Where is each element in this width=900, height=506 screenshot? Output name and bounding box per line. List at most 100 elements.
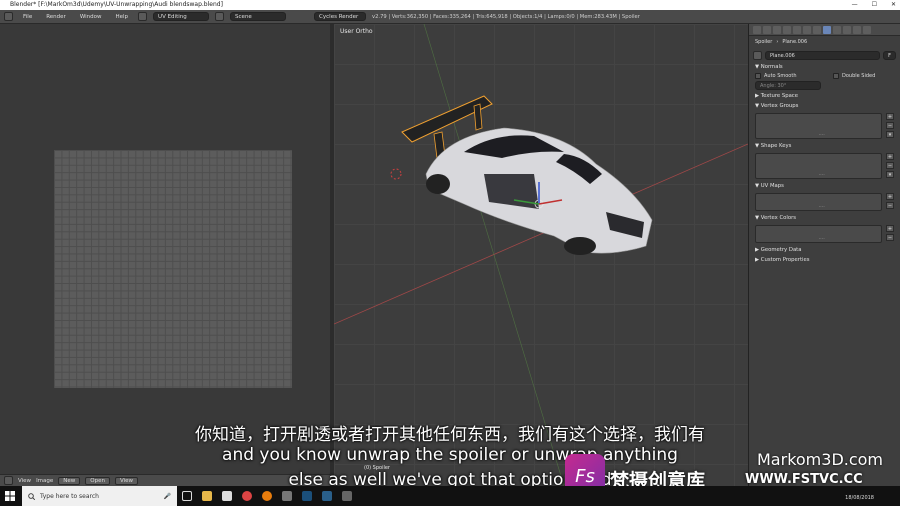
- remove-vertex-color-button[interactable]: −: [886, 234, 894, 241]
- uv-maps-panel-header[interactable]: ▼ UV Maps: [749, 181, 900, 191]
- add-uv-map-button[interactable]: +: [886, 193, 894, 200]
- physics-tab-icon[interactable]: [863, 25, 871, 34]
- subtitle-chinese: 你知道，打开剧透或者打开其他任何东西，我们有这个选择，我们有: [195, 425, 705, 445]
- menu-window[interactable]: Window: [76, 14, 106, 20]
- mesh-data-tab-icon[interactable]: [823, 25, 831, 34]
- geometry-data-panel-header[interactable]: ▶ Geometry Data: [749, 245, 900, 255]
- blender-icon[interactable]: [257, 486, 277, 506]
- scene-stats: v2.79 | Verts:362,350 | Faces:335,264 | …: [372, 13, 640, 20]
- scene-icon[interactable]: [215, 12, 225, 21]
- vertex-colors-list[interactable]: ....: [755, 225, 882, 243]
- breadcrumb-separator-icon: ›: [776, 39, 779, 45]
- editor-type-icon[interactable]: [4, 12, 13, 21]
- mesh-datablock-row: Plane.006 F: [753, 50, 896, 60]
- layers-tab-icon[interactable]: [763, 25, 771, 34]
- shape-keys-list[interactable]: ....: [755, 153, 882, 179]
- layout-selector[interactable]: UV Editing: [153, 12, 210, 21]
- properties-editor: Spoiler › Plane.006 Plane.006 F ▼ Normal…: [748, 24, 900, 486]
- window-titlebar: Blender* [F:\MarkOm3d\Udemy\UV-Unwrappin…: [0, 0, 900, 10]
- y-axis-line: [423, 24, 565, 486]
- misc-app-icon[interactable]: [337, 486, 357, 506]
- windows-taskbar: Type here to search 🎤 18/08/2018: [0, 486, 900, 506]
- mesh-name-field[interactable]: Plane.006: [765, 50, 881, 60]
- custom-properties-panel-header[interactable]: ▶ Custom Properties: [749, 255, 900, 265]
- world-tab-icon[interactable]: [783, 25, 791, 34]
- app-icon[interactable]: [277, 486, 297, 506]
- start-button[interactable]: [0, 486, 20, 506]
- modifiers-tab-icon[interactable]: [813, 25, 821, 34]
- auto-smooth-checkbox[interactable]: [755, 73, 761, 79]
- 3d-cursor-icon: [390, 168, 402, 180]
- window-controls: — ☐ ✕: [852, 0, 896, 10]
- texture-tab-icon[interactable]: [843, 25, 851, 34]
- scene-drawing: [334, 24, 748, 486]
- steam-icon-2[interactable]: [317, 486, 337, 506]
- microphone-icon[interactable]: 🎤: [164, 493, 171, 500]
- vertex-groups-panel-header[interactable]: ▼ Vertex Groups: [749, 101, 900, 111]
- mesh-browse-icon[interactable]: [753, 50, 762, 60]
- vertex-groups-side-buttons: + − ▾: [886, 113, 894, 140]
- vertex-groups-list-wrap: .... + − ▾: [749, 113, 900, 139]
- menu-help[interactable]: Help: [112, 14, 133, 20]
- normals-options: Auto Smooth Double Sided: [749, 72, 900, 80]
- info-header: File Render Window Help UV Editing Scene…: [0, 10, 900, 24]
- render-engine-selector[interactable]: Cycles Render: [314, 12, 367, 21]
- breadcrumb: Spoiler › Plane.006: [749, 36, 900, 48]
- material-tab-icon[interactable]: [833, 25, 841, 34]
- subtitle-english-line1: and you know unwrap the spoiler or unwra…: [222, 445, 678, 465]
- angle-row: Angle: 30°: [749, 80, 900, 91]
- normals-panel-header[interactable]: ▼ Normals: [749, 62, 900, 72]
- steam-icon[interactable]: [297, 486, 317, 506]
- double-sided-checkbox[interactable]: [833, 73, 839, 79]
- vertex-group-specials-button[interactable]: ▾: [886, 131, 894, 138]
- chrome-icon[interactable]: [237, 486, 257, 506]
- maximize-button[interactable]: ☐: [872, 0, 877, 10]
- uv-maps-side-buttons: + −: [886, 193, 894, 211]
- render-tab-icon[interactable]: [753, 25, 761, 34]
- scene-tab-icon[interactable]: [773, 25, 781, 34]
- breadcrumb-object: Spoiler: [755, 39, 773, 45]
- texture-space-panel-header[interactable]: ▶ Texture Space: [749, 91, 900, 101]
- object-tab-icon[interactable]: [793, 25, 801, 34]
- brand-url: WWW.FSTVC.CC: [745, 472, 863, 487]
- task-view-icon[interactable]: [177, 486, 197, 506]
- shape-keys-side-buttons: + − ▾: [886, 153, 894, 180]
- search-icon: [28, 492, 35, 500]
- taskbar-date: 18/08/2018: [845, 495, 874, 501]
- car-object: [425, 127, 653, 255]
- shape-keys-list-wrap: .... + − ▾: [749, 153, 900, 179]
- angle-field[interactable]: Angle: 30°: [755, 81, 821, 90]
- windows-logo-icon: [5, 491, 15, 501]
- vertex-colors-list-wrap: .... + −: [749, 225, 900, 243]
- add-vertex-group-button[interactable]: +: [886, 113, 894, 120]
- uv-image-grid[interactable]: [54, 150, 292, 388]
- remove-shape-key-button[interactable]: −: [886, 162, 894, 169]
- remove-uv-map-button[interactable]: −: [886, 202, 894, 209]
- uv-maps-list[interactable]: ....: [755, 193, 882, 211]
- fake-user-button[interactable]: F: [883, 50, 896, 60]
- 3d-viewport[interactable]: User Ortho (0) Spoiler: [334, 24, 748, 486]
- uv-editor[interactable]: [0, 24, 330, 474]
- uv-maps-list-wrap: .... + −: [749, 193, 900, 211]
- remove-vertex-group-button[interactable]: −: [886, 122, 894, 129]
- menu-file[interactable]: File: [19, 14, 36, 20]
- particles-tab-icon[interactable]: [853, 25, 861, 34]
- search-placeholder: Type here to search: [40, 492, 99, 500]
- close-button[interactable]: ✕: [891, 0, 896, 10]
- taskbar-search-box[interactable]: Type here to search 🎤: [22, 486, 177, 506]
- add-vertex-color-button[interactable]: +: [886, 225, 894, 232]
- properties-tabs: [749, 24, 900, 36]
- shape-key-specials-button[interactable]: ▾: [886, 171, 894, 178]
- layout-icon[interactable]: [138, 12, 148, 21]
- shape-keys-panel-header[interactable]: ▼ Shape Keys: [749, 141, 900, 151]
- vertex-groups-list[interactable]: ....: [755, 113, 882, 139]
- scene-selector[interactable]: Scene: [230, 12, 287, 21]
- menu-render[interactable]: Render: [42, 14, 70, 20]
- minimize-button[interactable]: —: [852, 0, 858, 10]
- file-explorer-icon[interactable]: [197, 486, 217, 506]
- add-shape-key-button[interactable]: +: [886, 153, 894, 160]
- store-icon[interactable]: [217, 486, 237, 506]
- vertex-colors-panel-header[interactable]: ▼ Vertex Colors: [749, 213, 900, 223]
- constraints-tab-icon[interactable]: [803, 25, 811, 34]
- breadcrumb-mesh: Plane.006: [782, 39, 808, 45]
